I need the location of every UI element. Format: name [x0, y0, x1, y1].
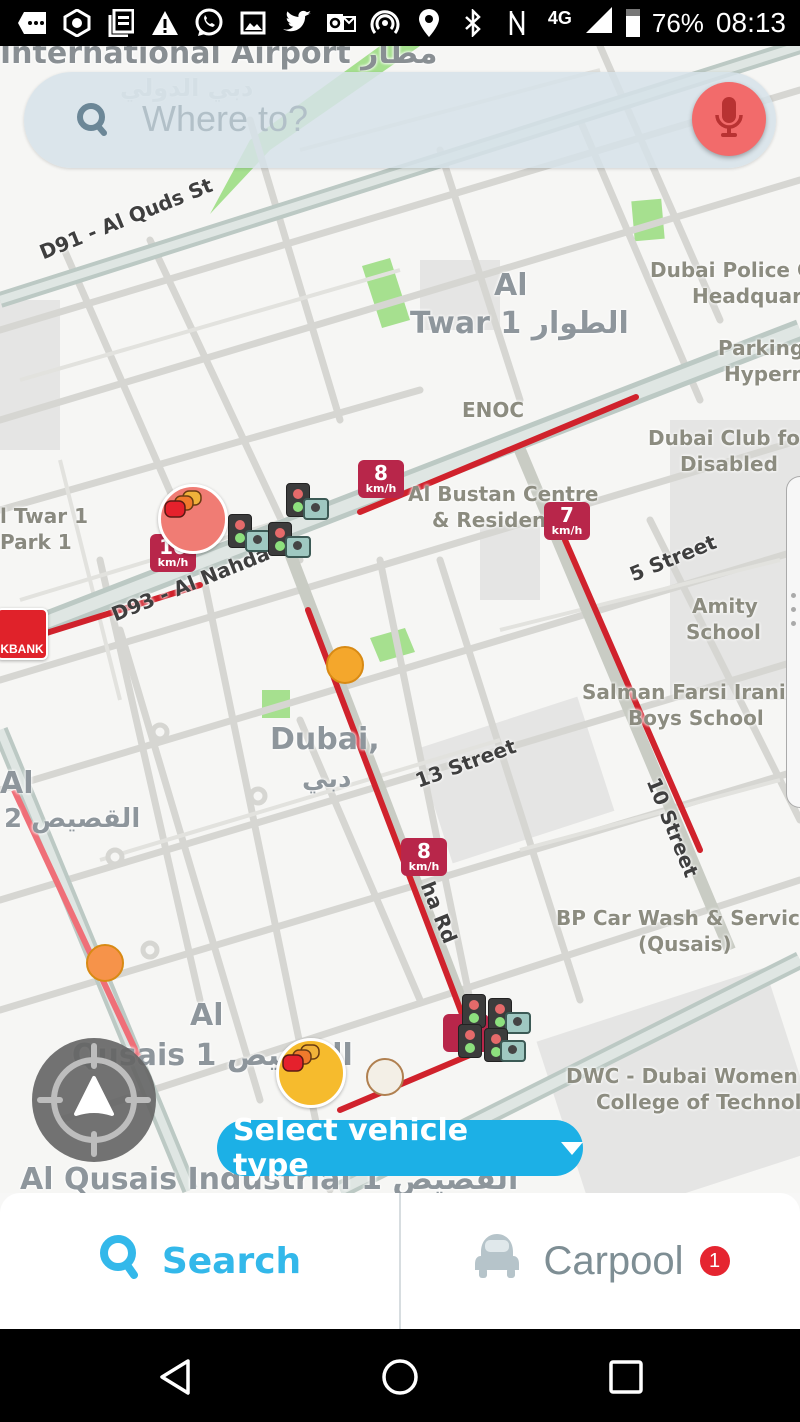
search-input[interactable]: Where to? [142, 98, 308, 140]
search-icon [98, 1233, 142, 1290]
home-button[interactable] [380, 1357, 420, 1397]
poi-label-police-2: Headquart [692, 284, 800, 308]
poi-label-dwc-2: College of Technol [596, 1090, 800, 1114]
area-label-twar-park-1: l Twar 1 [0, 504, 88, 528]
area-label-twar-al: Al [494, 268, 528, 303]
speed-badge[interactable]: 7 km/h [544, 502, 590, 540]
area-label-twar: Twar 1 الطوار [410, 306, 629, 341]
area-label-twar-park-2: Park 1 [0, 530, 72, 554]
chevron-down-icon [561, 1141, 583, 1155]
wazer-icon[interactable] [326, 646, 364, 684]
back-icon [160, 1359, 190, 1395]
search-bar[interactable]: Where to? [24, 72, 776, 168]
traffic-light-icon[interactable] [458, 1024, 482, 1058]
recents-button[interactable] [606, 1357, 646, 1397]
battery-level: 76% [651, 7, 704, 38]
signal-icon [584, 5, 614, 42]
vehicle-type-label: Select vehicle type [233, 1113, 469, 1183]
twitter-icon [282, 8, 312, 38]
outlook-icon [326, 8, 356, 38]
wazer-icon[interactable] [366, 1058, 404, 1096]
select-vehicle-type-button[interactable]: Select vehicle type [217, 1113, 583, 1183]
traffic-light-icon[interactable] [462, 994, 486, 1028]
status-bar: 4G 76% 08:13 [0, 0, 800, 46]
area-label-qusais2-al: Al [0, 766, 34, 801]
speed-badge[interactable]: 8 km/h [358, 460, 404, 498]
warning-icon [150, 8, 180, 38]
bottom-bar: Search Carpool 1 [0, 1193, 800, 1329]
park-area [362, 258, 410, 328]
carpool-car-icon [471, 1232, 523, 1290]
hotspot-icon [370, 8, 400, 38]
poi-label-amity-2: School [686, 620, 761, 644]
bluetooth-icon [458, 8, 488, 38]
poi-label-bustan-2: & Residen [432, 508, 547, 532]
poi-label-amity-1: Amity [692, 594, 758, 618]
area-label-qusais2: القصيص 2 [4, 804, 141, 834]
location-icon [414, 8, 444, 38]
poi-label-parking-2: Hyperm [724, 362, 800, 386]
clock: 08:13 [715, 7, 786, 38]
search-tab-label: Search [161, 1240, 302, 1282]
blackberry-icon [62, 8, 92, 38]
poi-label-club-1: Dubai Club for [648, 426, 800, 450]
nfc-icon [502, 8, 532, 38]
gallery-icon [238, 8, 268, 38]
poi-label-club-2: Disabled [680, 452, 778, 476]
poi-label-enoc: ENOC [462, 398, 525, 422]
recents-icon [609, 1360, 643, 1394]
whatsapp-icon [194, 8, 224, 38]
poi-label-salman-2: Boys School [628, 706, 764, 730]
poi-label-salman-1: Salman Farsi Irania [582, 680, 800, 704]
recenter-button[interactable] [32, 1038, 156, 1162]
speed-camera-icon[interactable] [285, 536, 311, 558]
messages-icon [18, 8, 48, 38]
area-label-dubai: Dubai, [270, 722, 380, 757]
wazer-icon[interactable] [86, 944, 124, 982]
poi-label-parking-1: Parking [718, 336, 800, 360]
area-label-qusais1-al: Al [190, 998, 224, 1033]
microphone-icon [714, 95, 744, 144]
back-button[interactable] [156, 1357, 196, 1397]
bank-pin[interactable]: KBANK [0, 608, 48, 660]
crosshair-icon [37, 1043, 151, 1157]
area-label-airport: International Airport مطار [0, 46, 438, 71]
speed-camera-icon[interactable] [505, 1012, 531, 1034]
carpool-notification-badge: 1 [699, 1246, 730, 1276]
poi-label-bp-2: (Qusais) [638, 932, 732, 956]
area-label-dubai-ar: دبي [302, 764, 352, 794]
speed-camera-icon[interactable] [303, 498, 329, 520]
network-type: 4G [547, 7, 572, 28]
traffic-jam-pin[interactable] [276, 1038, 346, 1108]
carpool-tab[interactable]: Carpool 1 [401, 1193, 800, 1329]
home-icon [382, 1359, 418, 1395]
news-icon [106, 8, 136, 38]
android-navigation-bar [0, 1329, 800, 1422]
speed-badge[interactable]: 8 km/h [401, 838, 447, 876]
traffic-jam-pin[interactable] [158, 484, 228, 554]
battery-icon [625, 9, 640, 37]
poi-label-bp-1: BP Car Wash & Service [556, 906, 800, 930]
voice-search-button[interactable] [692, 82, 766, 156]
poi-label-dwc-1: DWC - Dubai Women I [566, 1064, 800, 1088]
speed-camera-icon[interactable] [500, 1040, 526, 1062]
side-panel-handle[interactable] [786, 476, 800, 808]
carpool-tab-label: Carpool [543, 1238, 684, 1283]
poi-label-police-1: Dubai Police G [650, 258, 800, 282]
map-view[interactable]: International Airport مطار دبي الدولي Al… [0, 46, 800, 1193]
search-icon [76, 102, 110, 136]
search-tab[interactable]: Search [0, 1193, 399, 1329]
